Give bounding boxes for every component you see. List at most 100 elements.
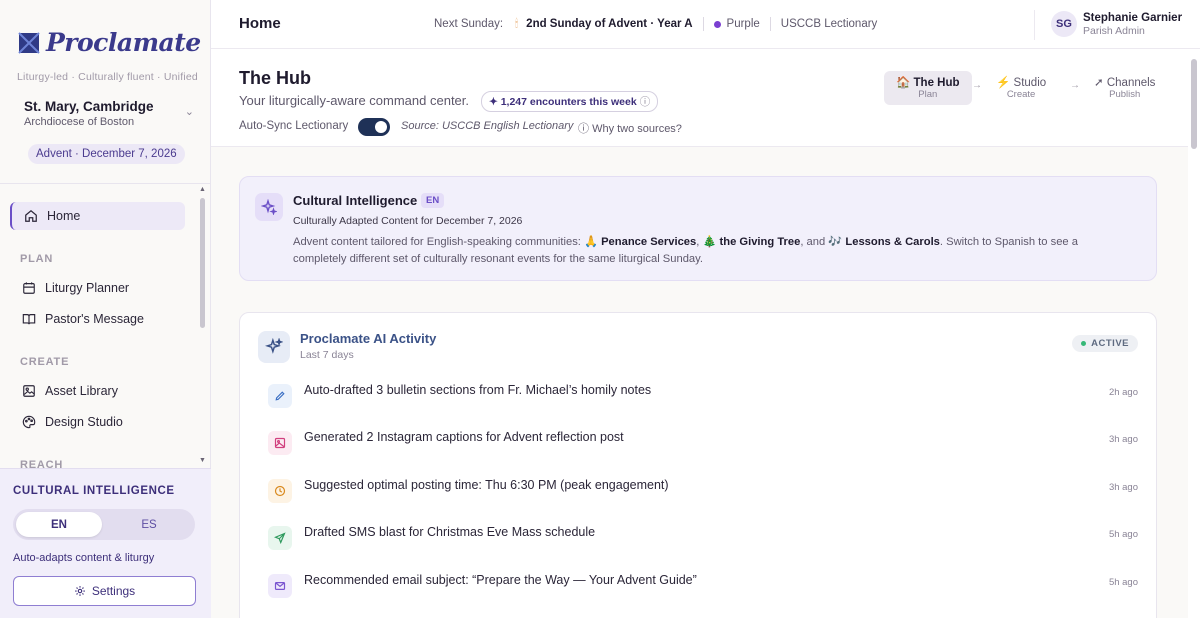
scroll-up-arrow-icon[interactable]: ▲ [199,186,206,193]
next-sunday-label: Next Sunday: [434,18,504,30]
activity-text: Recommended email subject: “Prepare the … [304,573,697,587]
cultural-intelligence-title: CULTURAL INTELLIGENCE [13,485,175,497]
logo[interactable]: Proclamate [18,28,201,57]
home-emoji-icon: 🏠 [896,77,911,89]
divider [0,183,211,184]
ci-card-description: Advent content tailored for English-spea… [293,236,1078,265]
user-name: Stephanie Garnier [1083,12,1183,24]
tree-emoji-icon: 🎄 [702,236,717,248]
lectionary-source: Source: USCCB English Lectionary [401,120,574,132]
step-label: ➚ Channels [1094,75,1155,89]
activity-item[interactable]: Auto-drafted 3 bulletin sections from Fr… [268,381,1138,411]
info-icon[interactable]: ⓘ [640,96,651,108]
page-scrollbar-thumb[interactable] [1191,59,1197,149]
liturgical-color-name: Purple [726,18,760,30]
calendar-icon [23,282,35,294]
ci-card-subtitle: Culturally Adapted Content for December … [293,215,523,227]
sidebar-item-home[interactable]: Home [10,202,185,230]
palette-icon [22,415,36,429]
auto-sync-toggle[interactable] [358,118,390,136]
people-emoji-icon: 🙏 [584,236,598,248]
why-two-sources-link[interactable]: ⓘ Why two sources? [578,120,682,136]
step-sub: Create [1006,89,1036,100]
cultural-intelligence-panel: CULTURAL INTELLIGENCE EN ES Auto-adapts … [0,468,211,618]
activity-time: 3h ago [1108,434,1138,445]
activity-item[interactable]: Drafted SMS blast for Christmas Eve Mass… [268,523,1138,553]
event-penance-services: Penance Services [601,236,697,248]
step-title: Studio [1013,77,1047,89]
activity-item[interactable]: Generated 2 Instagram captions for Adven… [268,428,1138,458]
page-title: Home [239,15,281,32]
logo-text: Proclamate [46,28,201,57]
gear-icon [74,586,85,596]
sidebar-item-design-studio[interactable]: Design Studio [10,408,185,436]
cultural-intelligence-card: Cultural Intelligence EN Culturally Adap… [239,176,1157,281]
step-label: 🏠 The Hub [896,75,960,89]
status-label: ACTIVE [1091,338,1129,349]
hub-title: The Hub [239,68,311,88]
ai-activity-card: Proclamate AI Activity Last 7 days ACTIV… [239,312,1157,618]
toggle-knob [375,121,387,133]
user-role: Parish Admin [1083,25,1145,37]
event-lessons-carols: Lessons & Carols [845,236,940,248]
step-label: ⚡ Studio [996,75,1046,89]
bolt-icon: ⚡ [996,77,1011,89]
nav-section-create: CREATE [20,356,70,368]
ci-body-prefix: Advent content tailored for English-spea… [293,236,581,248]
sparkles-icon [258,331,290,363]
user-menu[interactable]: SG Stephanie Garnier Parish Admin [1034,10,1194,40]
step-title: The Hub [913,77,960,89]
activity-item[interactable]: Recommended email subject: “Prepare the … [268,571,1138,601]
info-icon: ⓘ [578,123,589,135]
sidebar-item-label: Liturgy Planner [45,281,130,295]
cultural-intelligence-note: Auto-adapts content & liturgy [13,552,155,564]
main-content: Cultural Intelligence EN Culturally Adap… [211,147,1188,618]
sidebar-scrollbar[interactable]: ▲ ▼ [199,186,207,468]
nav-section-plan: PLAN [20,253,54,265]
encounters-badge[interactable]: ✦ 1,247 encounters this week ⓘ [481,91,659,112]
nav-section-reach: REACH [20,459,64,468]
settings-button[interactable]: Settings [13,576,196,606]
sidebar-item-label: Home [47,209,81,223]
book-icon [22,314,36,325]
parish-name: St. Mary, Cambridge [24,99,154,114]
divider [702,17,704,31]
candle-icon: 🕯 [515,17,519,30]
language-toggle[interactable]: EN ES [13,509,195,540]
workflow-steps: 🏠 The Hub Plan → ⚡ Studio Create → ➚ Cha… [884,71,1155,105]
send-icon [268,526,292,550]
send-icon: ➚ [1094,77,1104,89]
step-channels[interactable]: ➚ Channels Publish [1094,71,1155,105]
arrow-right-icon: → [972,80,982,91]
activity-item[interactable]: Suggested optimal posting time: Thu 6:30… [268,476,1138,506]
encounters-text: ✦ 1,247 encounters this week [489,96,637,108]
sidebar-scrollbar-thumb[interactable] [200,198,205,328]
sidebar-item-liturgy-planner[interactable]: Liturgy Planner [10,274,185,302]
logo-mark-icon [18,31,40,54]
activity-time: 5h ago [1108,577,1138,588]
activity-time: 5h ago [1108,529,1138,540]
step-the-hub[interactable]: 🏠 The Hub Plan [884,71,972,105]
status-badge: ACTIVE [1072,335,1138,352]
scroll-down-arrow-icon[interactable]: ▼ [199,457,206,464]
avatar[interactable]: SG [1051,11,1077,37]
step-sub: Plan [918,89,938,100]
pencil-icon [268,384,292,408]
activity-text: Generated 2 Instagram captions for Adven… [304,430,624,444]
language-badge: EN [421,193,445,208]
language-en-button[interactable]: EN [16,512,102,537]
sidebar-item-label: Pastor's Message [45,312,144,326]
image-gallery-icon [23,385,35,397]
sidebar-item-pastors-message[interactable]: Pastor's Message [10,305,185,333]
sidebar-item-label: Design Studio [45,415,123,429]
activity-time: 3h ago [1108,482,1138,493]
activity-time: 2h ago [1108,387,1138,398]
next-sunday-value: 2nd Sunday of Advent · Year A [526,18,693,30]
parish-selector[interactable]: St. Mary, Cambridge Archdiocese of Bosto… [24,99,194,128]
divider [769,17,771,31]
language-es-button[interactable]: ES [106,512,192,537]
sidebar-item-asset-library[interactable]: Asset Library [10,377,185,405]
step-studio[interactable]: ⚡ Studio Create [996,71,1046,105]
page-scrollbar[interactable] [1188,49,1200,618]
status-dot [1081,341,1087,346]
